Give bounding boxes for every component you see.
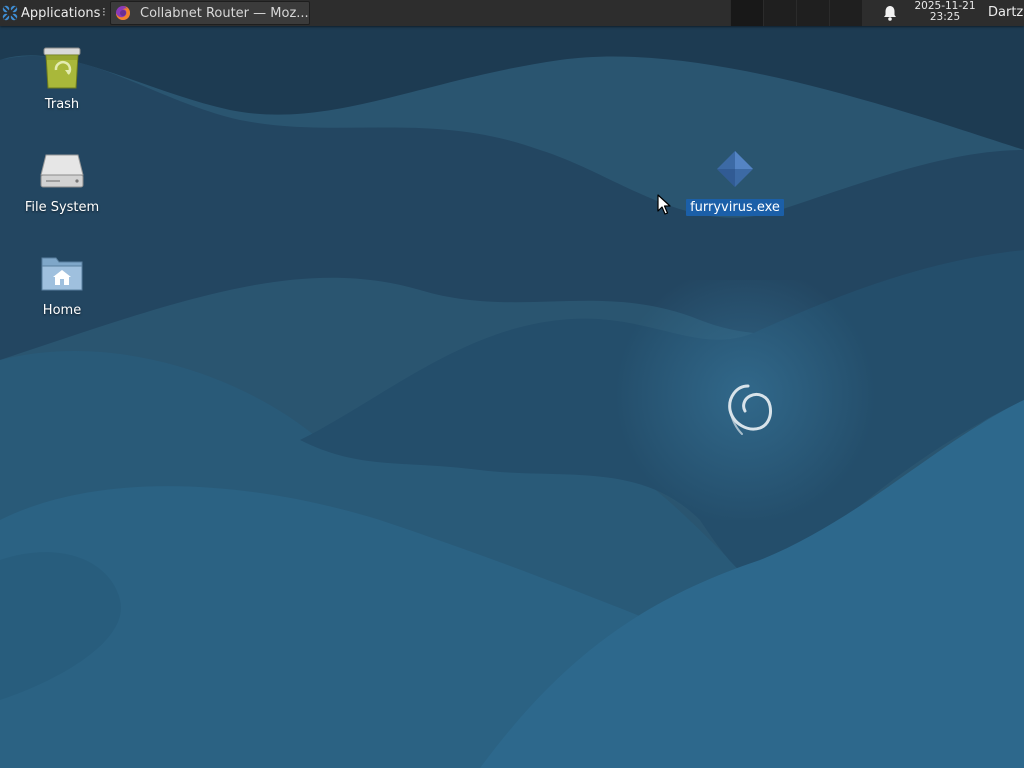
desktop-icon-file-system[interactable]: File System: [12, 147, 112, 216]
desktop-icon-trash[interactable]: Trash: [12, 44, 112, 113]
workspace-switcher: [730, 0, 862, 26]
desktop-icon-home[interactable]: Home: [12, 250, 112, 319]
trash-icon: [43, 47, 81, 89]
firefox-icon: [116, 6, 130, 20]
panel-separator: ⁝: [102, 5, 106, 19]
mouse-cursor-icon: [657, 194, 671, 215]
workspace-4[interactable]: [829, 0, 862, 26]
user-name-label: Dartz: [988, 5, 1024, 20]
desktop-wallpaper: [0, 0, 1024, 768]
drive-icon: [40, 154, 84, 188]
taskbar-window-title: Collabnet Router — Moz...: [140, 5, 309, 21]
desktop-icon-label: Trash: [44, 97, 80, 112]
desktop-icon-label: Home: [42, 303, 82, 318]
top-panel: Applications ⁝ Collabnet Router — Moz...…: [0, 0, 1024, 26]
executable-file-icon: [717, 151, 753, 187]
desktop-icon-label: furryvirus.exe: [686, 199, 784, 216]
notification-bell-icon[interactable]: [882, 4, 898, 22]
panel-clock[interactable]: 2025-11-21 23:25: [906, 1, 984, 23]
desktop-icon-label: File System: [24, 200, 100, 215]
applications-menu-button[interactable]: Applications: [0, 0, 108, 26]
home-folder-icon: [41, 257, 83, 291]
clock-time: 23:25: [929, 11, 961, 23]
desktop-icon-furryvirus-exe[interactable]: furryvirus.exe: [685, 147, 785, 216]
xfce-logo-icon: [2, 5, 18, 21]
taskbar-window-button[interactable]: Collabnet Router — Moz...: [110, 1, 310, 25]
applications-menu-label: Applications: [21, 5, 101, 21]
workspace-1[interactable]: [730, 0, 763, 26]
workspace-3[interactable]: [796, 0, 829, 26]
user-menu-button[interactable]: Dartz: [988, 0, 1023, 26]
workspace-2[interactable]: [763, 0, 796, 26]
